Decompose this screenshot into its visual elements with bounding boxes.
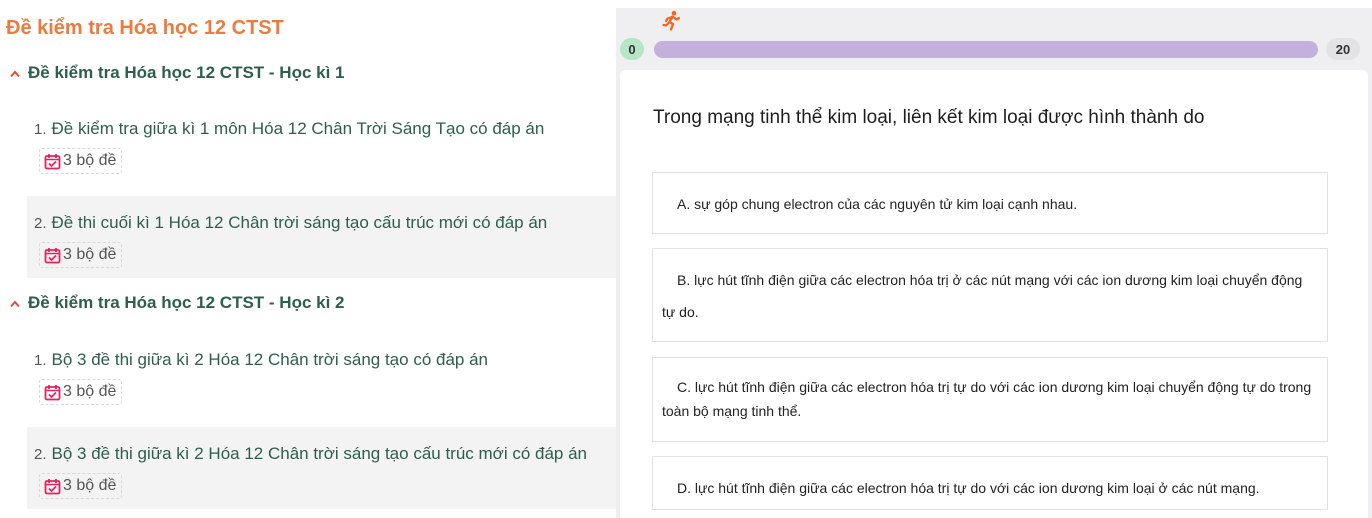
section-title: Đề kiểm tra Hóa học 12 CTST - Học kì 2 — [28, 293, 345, 312]
item-link[interactable]: 1. Đề kiểm tra giữa kì 1 môn Hóa 12 Chân … — [34, 119, 544, 139]
option-text: B. lực hút tĩnh điện giữa các electron h… — [662, 272, 1303, 320]
section-title: Đề kiểm tra Hóa học 12 CTST - Học kì 1 — [28, 63, 345, 82]
page: Đề kiểm tra Hóa học 12 CTST Đề kiểm tra … — [0, 0, 1372, 518]
badge-label: 3 bộ đề — [63, 246, 117, 263]
page-title: Đề kiểm tra Hóa học 12 CTST — [6, 17, 284, 39]
answer-option-a[interactable]: A. sự góp chung electron của các nguyên … — [652, 172, 1328, 234]
option-text: C. lực hút tĩnh điện giữa các electron h… — [662, 379, 1312, 419]
item-number: 2. — [34, 215, 47, 232]
section-header-hk1[interactable]: Đề kiểm tra Hóa học 12 CTST - Học kì 1 — [10, 63, 344, 83]
calendar-check-icon — [44, 247, 61, 263]
item-number: 2. — [34, 446, 47, 463]
chevron-up-icon[interactable] — [10, 296, 20, 311]
item-title: Đề thi cuối kì 1 Hóa 12 Chân trời sáng t… — [51, 213, 548, 232]
calendar-check-icon — [44, 384, 61, 400]
item-link[interactable]: 2. Bộ 3 đề thi giữa kì 2 Hóa 12 Chân trời… — [34, 444, 587, 464]
item-link[interactable]: 1. Bộ 3 đề thi giữa kì 2 Hóa 12 Chân trời… — [34, 350, 488, 370]
set-count-badge[interactable]: 3 bộ đề — [39, 473, 123, 499]
item-number: 1. — [34, 352, 47, 369]
list-item[interactable]: 1. Đề kiểm tra giữa kì 1 môn Hóa 12 Chân … — [27, 102, 616, 184]
section-header-hk2[interactable]: Đề kiểm tra Hóa học 12 CTST - Học kì 2 — [10, 293, 344, 313]
set-count-badge[interactable]: 3 bộ đề — [39, 148, 123, 174]
answer-option-c[interactable]: C. lực hút tĩnh điện giữa các electron h… — [652, 357, 1328, 442]
calendar-check-icon — [44, 153, 61, 169]
calendar-check-icon — [44, 478, 61, 494]
set-count-badge[interactable]: 3 bộ đề — [39, 242, 123, 268]
list-item[interactable]: 1. Bộ 3 đề thi giữa kì 2 Hóa 12 Chân trời… — [27, 333, 616, 415]
quiz-panel: 0 20 Trong mạng tinh thể kim loại, liên … — [616, 8, 1372, 518]
item-title: Bộ 3 đề thi giữa kì 2 Hóa 12 Chân trời s… — [51, 350, 488, 369]
badge-label: 3 bộ đề — [63, 152, 117, 169]
badge-label: 3 bộ đề — [63, 477, 117, 494]
option-text: D. lực hút tĩnh điện giữa các electron h… — [677, 480, 1260, 496]
question-card: Trong mạng tinh thể kim loại, liên kết k… — [620, 70, 1368, 518]
progress-end-label: 20 — [1326, 38, 1360, 60]
list-item[interactable]: 2. Bộ 3 đề thi giữa kì 2 Hóa 12 Chân trời… — [27, 427, 616, 509]
answer-option-b[interactable]: B. lực hút tĩnh điện giữa các electron h… — [652, 248, 1328, 342]
set-count-badge[interactable]: 3 bộ đề — [39, 379, 123, 405]
progress-start-label: 0 — [620, 38, 644, 60]
list-item[interactable]: 2. Đề thi cuối kì 1 Hóa 12 Chân trời sáng… — [27, 196, 616, 278]
running-person-icon — [661, 10, 683, 32]
question-text: Trong mạng tinh thể kim loại, liên kết k… — [653, 107, 1205, 128]
item-number: 1. — [34, 121, 47, 138]
item-title: Đề kiểm tra giữa kì 1 môn Hóa 12 Chân Tr… — [51, 119, 545, 138]
chevron-up-icon[interactable] — [10, 66, 20, 81]
answer-option-d[interactable]: D. lực hút tĩnh điện giữa các electron h… — [652, 456, 1328, 510]
item-title: Bộ 3 đề thi giữa kì 2 Hóa 12 Chân trời s… — [51, 444, 587, 463]
option-text: A. sự góp chung electron của các nguyên … — [677, 196, 1078, 212]
exam-list-panel: Đề kiểm tra Hóa học 12 CTST Đề kiểm tra … — [0, 0, 616, 518]
progress-bar — [654, 41, 1318, 58]
badge-label: 3 bộ đề — [63, 383, 117, 400]
item-link[interactable]: 2. Đề thi cuối kì 1 Hóa 12 Chân trời sáng… — [34, 213, 547, 233]
